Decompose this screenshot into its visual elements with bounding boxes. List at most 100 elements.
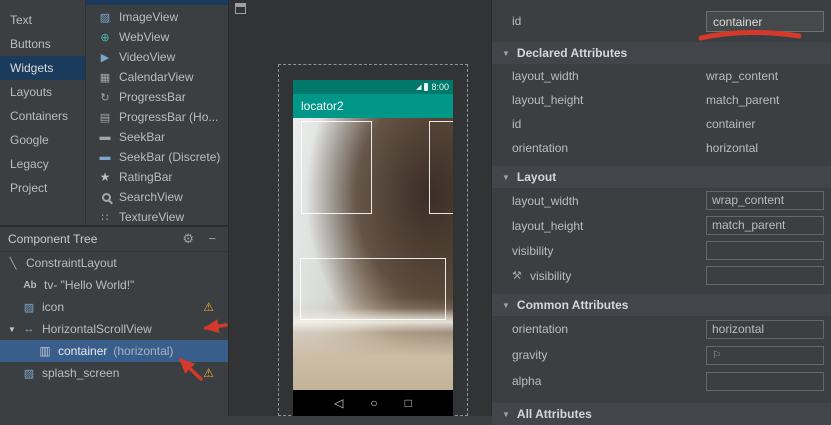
tree-item-constraintlayout[interactable]: ╲ ConstraintLayout — [0, 252, 228, 274]
section-title: Layout — [517, 170, 556, 184]
attr-label: gravity — [512, 348, 706, 362]
background-photo[interactable] — [293, 118, 453, 390]
component-tree-title: Component Tree — [8, 232, 97, 246]
attr-value[interactable]: wrap_content — [706, 69, 778, 83]
chevron-down-icon: ▼ — [502, 173, 510, 182]
view-bounds-rect[interactable] — [300, 258, 446, 320]
visibility-dropdown[interactable] — [706, 241, 824, 260]
attr-row-id-declared: id container — [492, 112, 831, 136]
palette-item-label: TextureView — [119, 210, 184, 224]
progressbar-icon: ↻ — [98, 90, 112, 104]
palette-category-widgets[interactable]: Widgets — [0, 56, 85, 80]
palette-panel: Text Buttons Widgets Layouts Containers … — [0, 0, 228, 225]
palette-item-ratingbar[interactable]: ★ RatingBar — [86, 167, 228, 187]
constraintlayout-icon: ╲ — [6, 257, 20, 270]
wrench-icon: ⚒ — [512, 269, 526, 282]
device-preview[interactable]: ◢ 8:00 locator2 ◁ ○ □ — [293, 80, 453, 416]
tree-item-horizontalscrollview[interactable]: ▼ ↔ HorizontalScrollView — [0, 318, 228, 340]
tree-item-label: ConstraintLayout — [26, 256, 117, 270]
tree-item-container[interactable]: ▥ container (horizontal) — [0, 340, 228, 362]
palette-item-progressbar[interactable]: ↻ ProgressBar — [86, 87, 228, 107]
section-all-attributes[interactable]: ▼ All Attributes — [492, 403, 831, 425]
view-bounds-rect[interactable] — [301, 121, 372, 214]
design-surface[interactable]: ◢ 8:00 locator2 ◁ ○ □ — [228, 0, 491, 416]
alpha-field[interactable] — [706, 372, 824, 391]
palette-category-text[interactable]: Text — [0, 8, 85, 32]
progressbar-horizontal-icon: ▤ — [98, 110, 112, 124]
layout-height-dropdown[interactable]: match_parent — [706, 216, 824, 235]
nav-back-icon[interactable]: ◁ — [334, 397, 343, 409]
tree-item-label: tv- "Hello World!" — [44, 278, 134, 292]
palette-item-partially-scrolled[interactable] — [86, 0, 228, 5]
imageview-icon: ▨ — [22, 301, 36, 314]
warning-icon[interactable]: ⚠ — [203, 366, 214, 380]
section-layout[interactable]: ▼ Layout — [492, 166, 831, 188]
palette-item-webview[interactable]: ⊕ WebView — [86, 27, 228, 47]
gravity-field[interactable]: ⚐ — [706, 346, 824, 365]
id-input[interactable]: container — [706, 11, 824, 32]
signal-icon: ◢ — [416, 84, 421, 91]
section-common-attributes[interactable]: ▼ Common Attributes — [492, 294, 831, 316]
device-status-bar: ◢ 8:00 — [293, 80, 453, 94]
tree-item-label: HorizontalScrollView — [42, 322, 152, 336]
attr-row-orientation-declared: orientation horizontal — [492, 136, 831, 160]
nav-recent-icon[interactable]: □ — [405, 397, 412, 409]
palette-item-seekbar[interactable]: ▬ SeekBar — [86, 127, 228, 147]
tools-visibility-dropdown[interactable] — [706, 266, 824, 285]
seekbar-icon: ▬ — [98, 130, 112, 144]
palette-category-containers[interactable]: Containers — [0, 104, 85, 128]
attr-row-gravity: gravity ⚐ — [492, 342, 831, 368]
attr-label: orientation — [512, 141, 706, 155]
component-tree-panel: Component Tree ⚙ − ╲ ConstraintLayout Ab… — [0, 225, 228, 416]
section-declared-attributes[interactable]: ▼ Declared Attributes — [492, 42, 831, 64]
palette-item-progressbar-horizontal[interactable]: ▤ ProgressBar (Ho... — [86, 107, 228, 127]
palette-category-buttons[interactable]: Buttons — [0, 32, 85, 56]
gear-icon[interactable]: ⚙ — [182, 227, 194, 251]
palette-item-label: SeekBar (Discrete) — [119, 150, 220, 164]
palette-item-videoview[interactable]: ▶ VideoView — [86, 47, 228, 67]
palette-category-layouts[interactable]: Layouts — [0, 80, 85, 104]
layout-width-dropdown[interactable]: wrap_content — [706, 191, 824, 210]
palette-item-label: CalendarView — [119, 70, 194, 84]
editor-panel-icon[interactable] — [235, 3, 246, 14]
tree-item-label: icon — [42, 300, 64, 314]
flag-icon[interactable]: ⚐ — [712, 347, 721, 364]
palette-category-legacy[interactable]: Legacy — [0, 152, 85, 176]
attr-row-visibility: visibility — [492, 238, 831, 263]
tree-item-splash-screen[interactable]: ▨ splash_screen ⚠ — [0, 362, 228, 384]
attr-value[interactable]: container — [706, 117, 755, 131]
attributes-panel: id container ▼ Declared Attributes layou… — [491, 0, 831, 416]
palette-item-calendarview[interactable]: ▦ CalendarView — [86, 67, 228, 87]
attr-label: id — [512, 14, 706, 28]
attr-value[interactable]: match_parent — [706, 93, 779, 107]
minimize-icon[interactable]: − — [208, 227, 216, 251]
attr-row-id: id container — [492, 0, 831, 42]
attr-value[interactable]: horizontal — [706, 141, 758, 155]
palette-item-seekbar-discrete[interactable]: ▬ SeekBar (Discrete) — [86, 147, 228, 167]
warning-icon[interactable]: ⚠ — [203, 300, 214, 314]
chevron-down-icon[interactable]: ▼ — [8, 325, 16, 334]
imageview-icon: ▨ — [98, 10, 112, 24]
calendarview-icon: ▦ — [98, 70, 112, 84]
tree-item-label: container — [58, 344, 107, 358]
orientation-dropdown[interactable]: horizontal — [706, 320, 824, 339]
webview-icon: ⊕ — [98, 30, 112, 44]
attr-label: orientation — [512, 322, 706, 336]
attr-row-layout-height: layout_height match_parent — [492, 88, 831, 112]
palette-item-searchview[interactable]: SearchView — [86, 187, 228, 207]
imageview-icon: ▨ — [22, 367, 36, 380]
palette-item-label: VideoView — [119, 50, 175, 64]
attr-label: alpha — [512, 374, 706, 388]
palette-item-imageview[interactable]: ▨ ImageView — [86, 7, 228, 27]
palette-item-label: SeekBar — [119, 130, 165, 144]
attr-label: visibility — [530, 269, 706, 283]
view-bounds-rect[interactable] — [429, 121, 453, 214]
tree-item-textview[interactable]: Ab tv- "Hello World!" — [0, 274, 228, 296]
palette-category-list: Text Buttons Widgets Layouts Containers … — [0, 0, 86, 225]
attr-row-layout-width-combo: layout_width wrap_content — [492, 188, 831, 213]
palette-item-textureview[interactable]: ∷ TextureView — [86, 207, 228, 227]
nav-home-icon[interactable]: ○ — [370, 397, 377, 409]
palette-category-project[interactable]: Project — [0, 176, 85, 200]
tree-item-icon[interactable]: ▨ icon ⚠ — [0, 296, 228, 318]
palette-category-google[interactable]: Google — [0, 128, 85, 152]
